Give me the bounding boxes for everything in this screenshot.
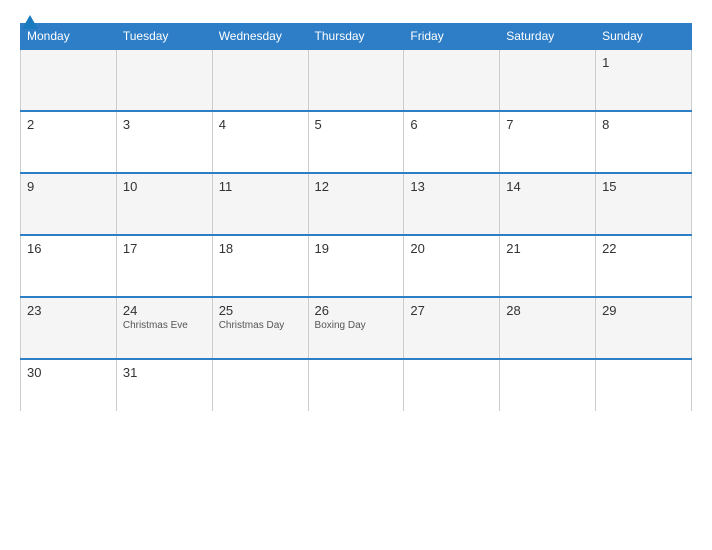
day-number: 6 [410, 117, 493, 132]
calendar-cell [308, 359, 404, 411]
weekday-header-row: MondayTuesdayWednesdayThursdayFridaySatu… [21, 24, 692, 50]
calendar-cell: 4 [212, 111, 308, 173]
calendar-cell: 25 Christmas Day [212, 297, 308, 359]
calendar-page: MondayTuesdayWednesdayThursdayFridaySatu… [0, 0, 712, 550]
weekday-friday: Friday [404, 24, 500, 50]
day-number: 25 [219, 303, 302, 318]
calendar-cell: 12 [308, 173, 404, 235]
calendar-week-5: 23 24 Christmas Eve 25 Christmas Day 26 Boxing… [21, 297, 692, 359]
weekday-saturday: Saturday [500, 24, 596, 50]
calendar-cell: 9 [21, 173, 117, 235]
weekday-tuesday: Tuesday [116, 24, 212, 50]
day-number: 17 [123, 241, 206, 256]
holiday-label: Christmas Eve [123, 320, 206, 331]
calendar-cell [500, 49, 596, 111]
calendar-cell: 18 [212, 235, 308, 297]
day-number: 10 [123, 179, 206, 194]
day-number: 28 [506, 303, 589, 318]
weekday-thursday: Thursday [308, 24, 404, 50]
day-number: 20 [410, 241, 493, 256]
day-number: 14 [506, 179, 589, 194]
calendar-cell: 29 [596, 297, 692, 359]
calendar-cell: 26 Boxing Day [308, 297, 404, 359]
day-number: 16 [27, 241, 110, 256]
calendar-week-6: 30 31 [21, 359, 692, 411]
calendar-cell: 20 [404, 235, 500, 297]
calendar-cell: 23 [21, 297, 117, 359]
calendar-cell [21, 49, 117, 111]
day-number: 7 [506, 117, 589, 132]
calendar-cell: 5 [308, 111, 404, 173]
day-number: 30 [27, 365, 110, 380]
day-number: 31 [123, 365, 206, 380]
calendar-cell: 11 [212, 173, 308, 235]
calendar-cell: 27 [404, 297, 500, 359]
day-number: 24 [123, 303, 206, 318]
day-number: 1 [602, 55, 685, 70]
calendar-cell: 14 [500, 173, 596, 235]
day-number: 15 [602, 179, 685, 194]
calendar-cell: 28 [500, 297, 596, 359]
calendar-cell: 24 Christmas Eve [116, 297, 212, 359]
calendar-week-4: 16 17 18 19 20 21 22 [21, 235, 692, 297]
day-number: 19 [315, 241, 398, 256]
day-number: 5 [315, 117, 398, 132]
calendar-cell: 6 [404, 111, 500, 173]
calendar-cell: 13 [404, 173, 500, 235]
calendar-cell: 30 [21, 359, 117, 411]
day-number: 8 [602, 117, 685, 132]
calendar-week-1: 1 [21, 49, 692, 111]
day-number: 13 [410, 179, 493, 194]
day-number: 18 [219, 241, 302, 256]
calendar-cell: 22 [596, 235, 692, 297]
day-number: 11 [219, 179, 302, 194]
day-number: 4 [219, 117, 302, 132]
logo [20, 15, 38, 29]
holiday-label: Boxing Day [315, 320, 398, 331]
calendar-cell: 17 [116, 235, 212, 297]
day-number: 12 [315, 179, 398, 194]
calendar-cell [116, 49, 212, 111]
weekday-sunday: Sunday [596, 24, 692, 50]
calendar-cell [404, 359, 500, 411]
holiday-label: Christmas Day [219, 320, 302, 331]
day-number: 21 [506, 241, 589, 256]
calendar-cell: 7 [500, 111, 596, 173]
day-number: 27 [410, 303, 493, 318]
calendar-cell: 31 [116, 359, 212, 411]
calendar-cell: 3 [116, 111, 212, 173]
calendar-cell: 1 [596, 49, 692, 111]
calendar-week-2: 2345678 [21, 111, 692, 173]
day-number: 23 [27, 303, 110, 318]
calendar-cell [308, 49, 404, 111]
day-number: 26 [315, 303, 398, 318]
calendar-table: MondayTuesdayWednesdayThursdayFridaySatu… [20, 23, 692, 411]
calendar-cell: 10 [116, 173, 212, 235]
calendar-cell [596, 359, 692, 411]
calendar-cell: 2 [21, 111, 117, 173]
calendar-cell [500, 359, 596, 411]
calendar-cell [212, 359, 308, 411]
calendar-cell: 21 [500, 235, 596, 297]
day-number: 3 [123, 117, 206, 132]
calendar-week-3: 9 10 11 12 13 14 15 [21, 173, 692, 235]
calendar-cell: 16 [21, 235, 117, 297]
calendar-cell [404, 49, 500, 111]
logo-triangle-icon [22, 15, 38, 29]
day-number: 22 [602, 241, 685, 256]
calendar-cell: 19 [308, 235, 404, 297]
calendar-cell [212, 49, 308, 111]
calendar-cell: 15 [596, 173, 692, 235]
day-number: 29 [602, 303, 685, 318]
day-number: 9 [27, 179, 110, 194]
weekday-wednesday: Wednesday [212, 24, 308, 50]
day-number: 2 [27, 117, 110, 132]
calendar-cell: 8 [596, 111, 692, 173]
